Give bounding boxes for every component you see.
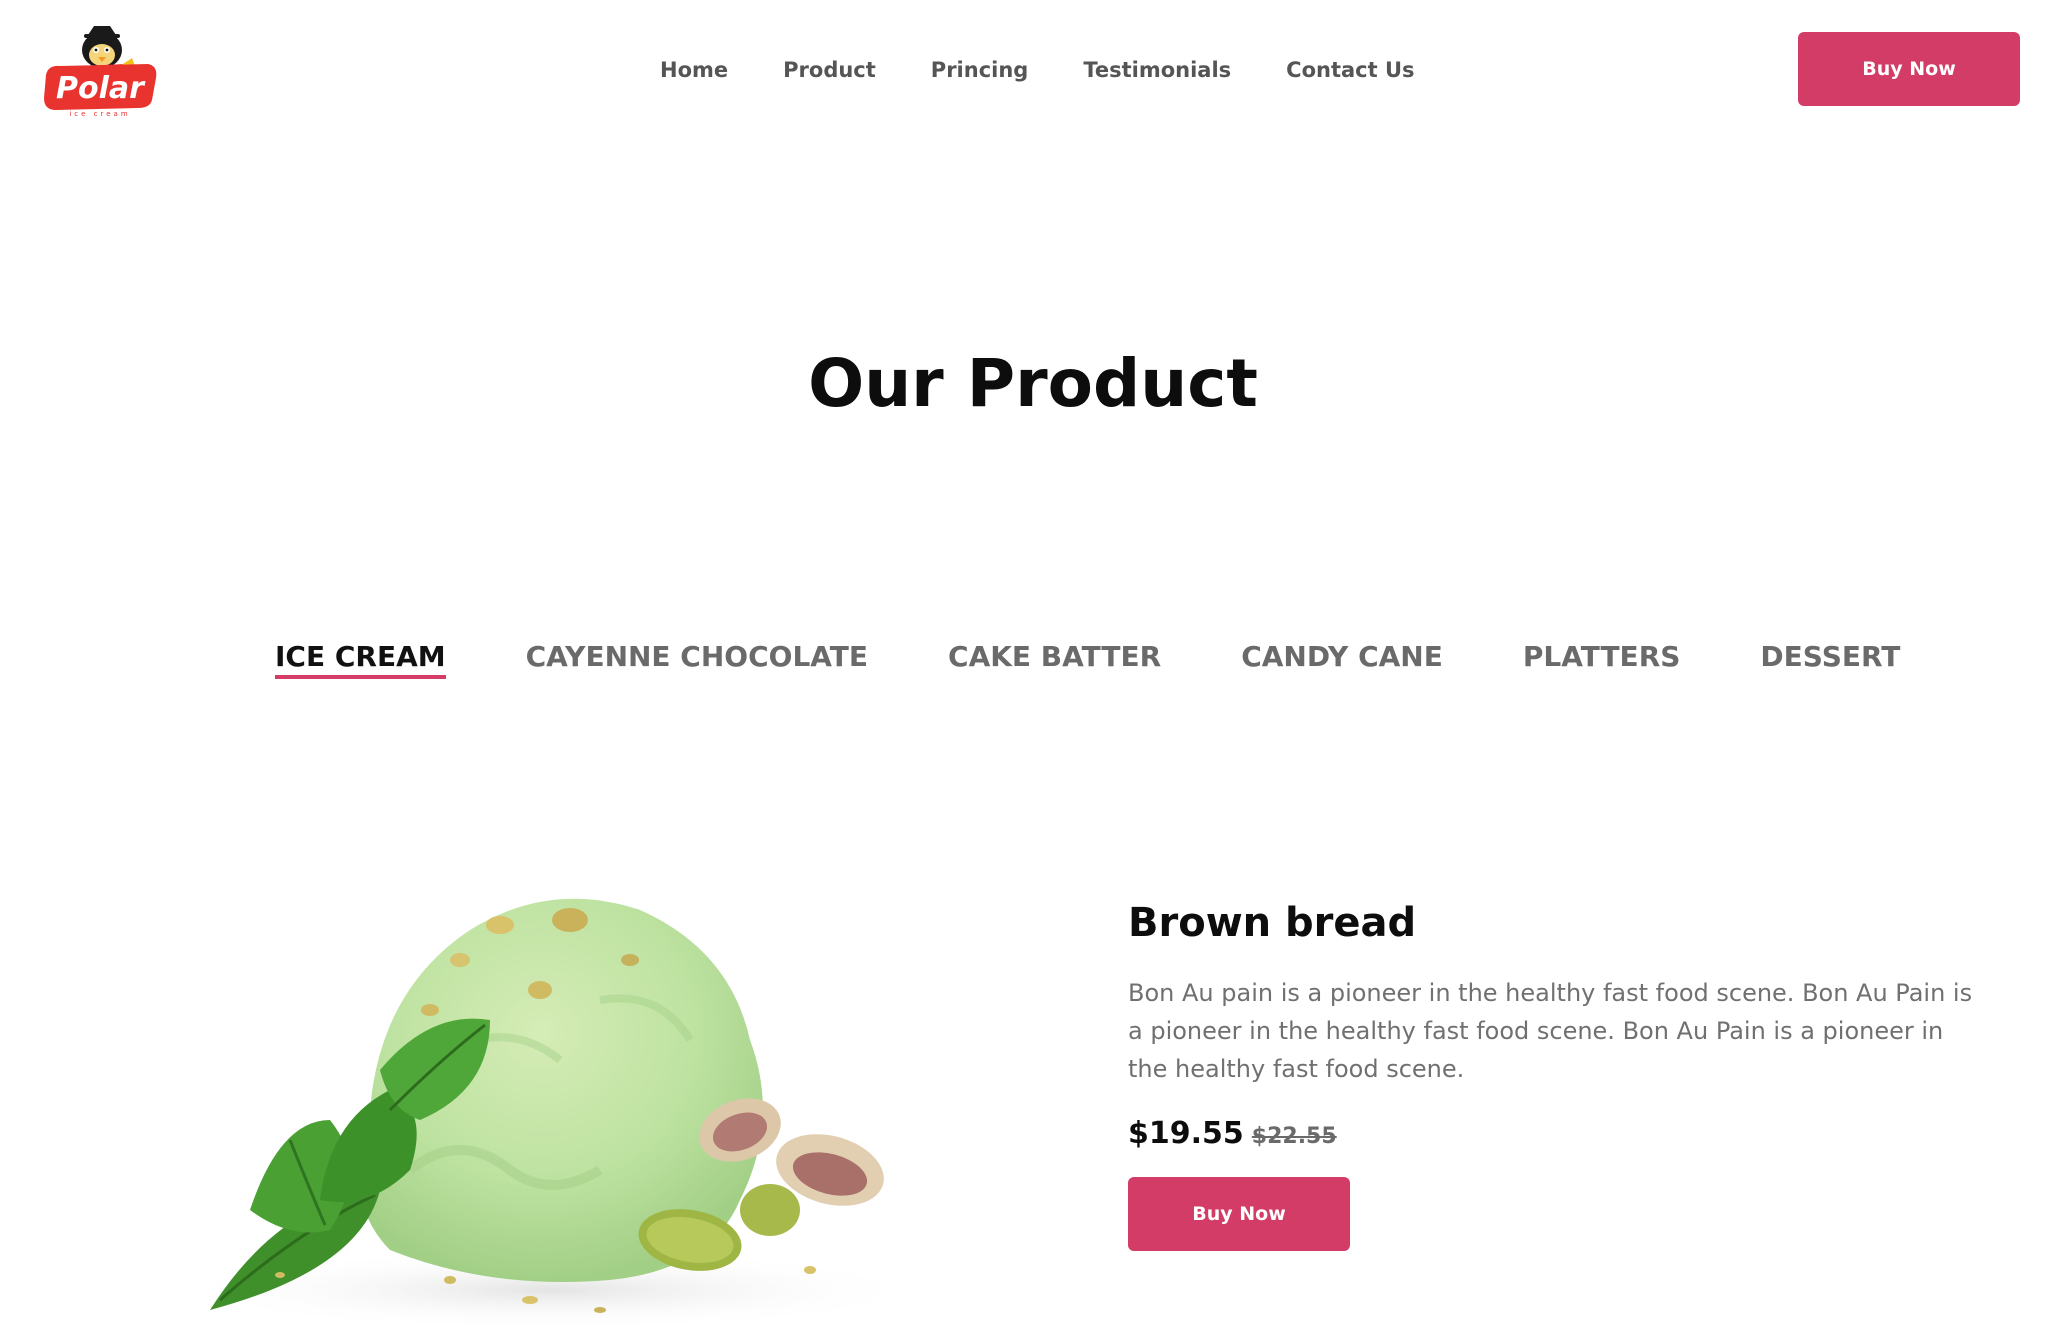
tab-dessert[interactable]: DESSERT <box>1760 640 1900 679</box>
header-buy-now-button[interactable]: Buy Now <box>1798 32 2020 106</box>
section-title: Our Product <box>808 345 1258 422</box>
product-old-price: $22.55 <box>1251 1124 1337 1149</box>
svg-text:ice cream: ice cream <box>69 110 130 118</box>
nav-item-pricing[interactable]: Princing <box>931 58 1029 82</box>
price-row: $19.55 $22.55 <box>1128 1116 1988 1151</box>
tab-candy-cane[interactable]: CANDY CANE <box>1241 640 1443 679</box>
product-name: Brown bread <box>1128 900 1417 946</box>
tab-cayenne-chocolate[interactable]: CAYENNE CHOCOLATE <box>526 640 868 679</box>
product-image <box>130 870 1010 1330</box>
main-nav: Home Product Princing Testimonials Conta… <box>660 0 1415 140</box>
category-tabs: ICE CREAM CAYENNE CHOCOLATE CAKE BATTER … <box>275 640 1900 679</box>
nav-item-contact-us[interactable]: Contact Us <box>1286 58 1414 82</box>
tab-ice-cream[interactable]: ICE CREAM <box>275 640 446 679</box>
nav-item-product[interactable]: Product <box>783 58 876 82</box>
tab-platters[interactable]: PLATTERS <box>1523 640 1681 679</box>
pistachio-ice-cream-scoop-icon <box>170 898 930 1330</box>
product-price: $19.55 <box>1128 1116 1244 1151</box>
svg-text:Polar: Polar <box>56 71 146 106</box>
penguin-logo-icon: Polar ice cream <box>44 26 157 118</box>
tab-cake-batter[interactable]: CAKE BATTER <box>948 640 1161 679</box>
product-details: Brown bread Bon Au pain is a pioneer in … <box>1128 900 1988 1251</box>
polar-logo[interactable]: Polar ice cream <box>40 20 160 120</box>
nav-item-home[interactable]: Home <box>660 58 728 82</box>
nav-item-testimonials[interactable]: Testimonials <box>1083 58 1231 82</box>
site-header: Polar ice cream Home Product Princing Te… <box>0 0 2066 140</box>
product-description: Bon Au pain is a pioneer in the healthy … <box>1128 979 1973 1083</box>
product-buy-now-button[interactable]: Buy Now <box>1128 1177 1350 1251</box>
